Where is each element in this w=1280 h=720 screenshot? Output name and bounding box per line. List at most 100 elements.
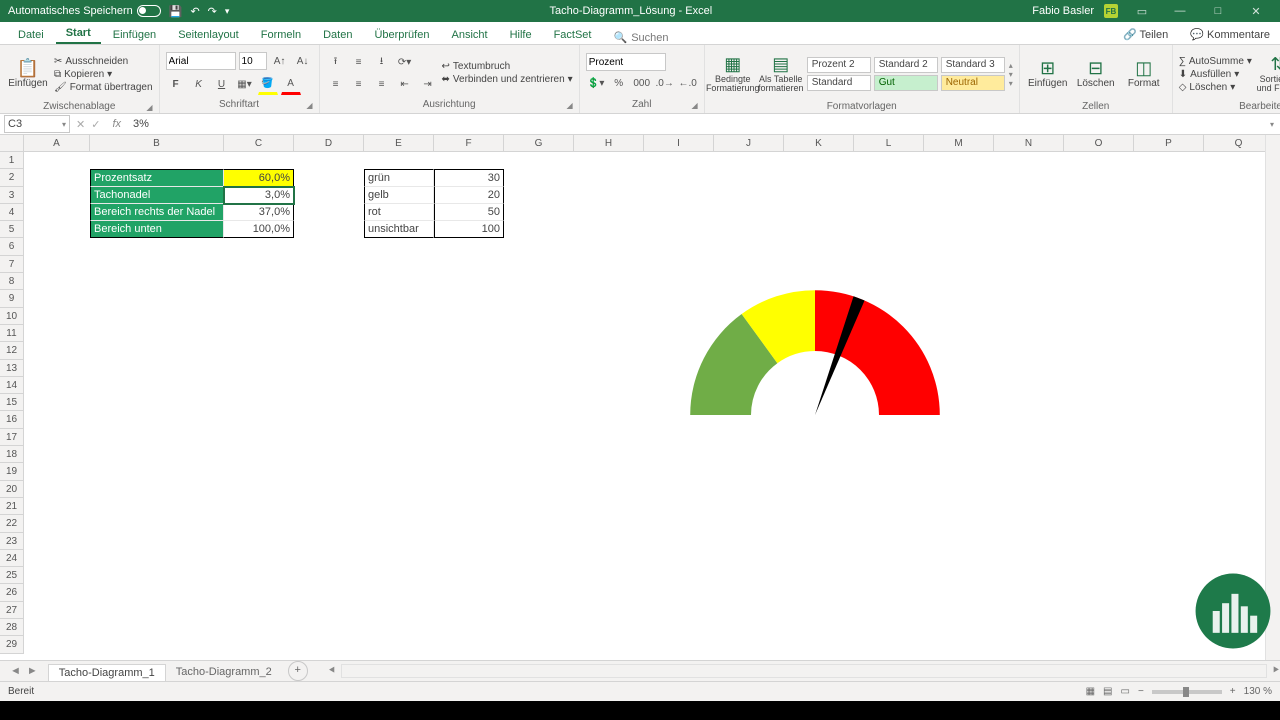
cell-e5[interactable]: unsichtbar (364, 221, 434, 238)
expand-formula-icon[interactable]: ▾ (1264, 120, 1280, 129)
align-center-icon[interactable]: ≡ (349, 74, 369, 94)
sheet-nav-next-icon[interactable]: ► (27, 665, 38, 677)
enter-formula-icon[interactable]: ✓ (91, 118, 100, 131)
cell-b2[interactable]: Prozentsatz (90, 169, 224, 186)
user-avatar[interactable]: FB (1104, 4, 1118, 18)
row-header-25[interactable]: 25 (0, 567, 24, 584)
fill-button[interactable]: ⬇ Ausfüllen ▾ (1179, 69, 1252, 80)
cancel-formula-icon[interactable]: ✕ (76, 118, 85, 131)
indent-increase-icon[interactable]: ⇥ (418, 74, 438, 94)
underline-button[interactable]: U (212, 74, 232, 94)
row-header-12[interactable]: 12 (0, 342, 24, 359)
cell-f2[interactable]: 30 (434, 169, 504, 186)
gauge-chart[interactable] (655, 255, 975, 575)
cell-b4[interactable]: Bereich rechts der Nadel (90, 204, 224, 221)
sort-filter-button[interactable]: ⇅Sortieren und Filtern (1256, 47, 1280, 101)
wrap-text-button[interactable]: ↩ Textumbruch (442, 61, 573, 72)
style-prozent2[interactable]: Prozent 2 (807, 57, 871, 73)
horizontal-scrollbar[interactable] (341, 664, 1268, 678)
cell-f4[interactable]: 50 (434, 204, 504, 221)
cell-c2[interactable]: 60,0% (224, 169, 294, 186)
font-color-button[interactable]: A (281, 73, 301, 95)
row-header-15[interactable]: 15 (0, 394, 24, 411)
col-header-C[interactable]: C (224, 135, 294, 152)
row-header-3[interactable]: 3 (0, 187, 24, 204)
tab-start[interactable]: Start (56, 24, 101, 44)
sheet-tab-2[interactable]: Tacho-Diagramm_2 (166, 664, 282, 680)
tab-factset[interactable]: FactSet (544, 26, 602, 44)
row-header-6[interactable]: 6 (0, 238, 24, 255)
style-standard3[interactable]: Standard 3 (941, 57, 1005, 73)
user-name[interactable]: Fabio Basler (1032, 5, 1094, 17)
row-header-4[interactable]: 4 (0, 204, 24, 221)
col-header-Q[interactable]: Q (1204, 135, 1274, 152)
col-header-A[interactable]: A (24, 135, 90, 152)
col-header-M[interactable]: M (924, 135, 994, 152)
col-header-F[interactable]: F (434, 135, 504, 152)
row-header-5[interactable]: 5 (0, 221, 24, 238)
cut-button[interactable]: ✂ Ausschneiden (54, 56, 153, 67)
comments-button[interactable]: 💬 Kommentare (1180, 25, 1280, 44)
tab-ansicht[interactable]: Ansicht (441, 26, 497, 44)
zoom-in-icon[interactable]: + (1230, 686, 1236, 697)
worksheet-grid[interactable]: ABCDEFGHIJKLMNOPQ 1234567891011121314151… (0, 135, 1280, 660)
cell-e2[interactable]: grün (364, 169, 434, 186)
merge-center-button[interactable]: ⬌ Verbinden und zentrieren ▾ (442, 74, 573, 85)
insert-cells-button[interactable]: ⊞Einfügen (1026, 47, 1070, 101)
style-standard2[interactable]: Standard 2 (874, 57, 938, 73)
maximize-icon[interactable]: □ (1204, 5, 1232, 17)
cell-c4[interactable]: 37,0% (224, 204, 294, 221)
autosum-button[interactable]: ∑ AutoSumme ▾ (1179, 56, 1252, 67)
font-name-select[interactable] (166, 52, 236, 70)
cell-e3[interactable]: gelb (364, 187, 434, 204)
paste-button[interactable]: 📋Einfügen (6, 47, 50, 101)
copy-button[interactable]: ⧉ Kopieren ▾ (54, 69, 153, 80)
col-header-G[interactable]: G (504, 135, 574, 152)
tab-seitenlayout[interactable]: Seitenlayout (168, 26, 249, 44)
view-normal-icon[interactable]: ▦ (1086, 686, 1095, 697)
style-gut[interactable]: Gut (874, 75, 938, 91)
fill-color-button[interactable]: 🪣 (258, 73, 278, 95)
col-header-B[interactable]: B (90, 135, 224, 152)
sheet-nav-prev-icon[interactable]: ◄ (10, 665, 21, 677)
tell-me-search[interactable]: 🔍Suchen (603, 31, 678, 44)
row-header-23[interactable]: 23 (0, 533, 24, 550)
row-header-22[interactable]: 22 (0, 515, 24, 532)
comma-icon[interactable]: 000 (632, 73, 652, 93)
percent-icon[interactable]: % (609, 73, 629, 93)
tab-hilfe[interactable]: Hilfe (500, 26, 542, 44)
row-header-11[interactable]: 11 (0, 325, 24, 342)
cell-f3[interactable]: 20 (434, 187, 504, 204)
view-pagebreak-icon[interactable]: ▭ (1121, 686, 1130, 697)
col-header-K[interactable]: K (784, 135, 854, 152)
align-middle-icon[interactable]: ≡ (349, 52, 369, 72)
col-header-L[interactable]: L (854, 135, 924, 152)
sheet-tab-1[interactable]: Tacho-Diagramm_1 (48, 664, 166, 681)
col-header-N[interactable]: N (994, 135, 1064, 152)
row-header-29[interactable]: 29 (0, 636, 24, 653)
row-header-28[interactable]: 28 (0, 619, 24, 636)
cell-c3[interactable]: 3,0% (224, 187, 294, 204)
clear-button[interactable]: ◇ Löschen ▾ (1179, 82, 1252, 93)
fx-icon[interactable]: fx (104, 118, 129, 130)
col-header-P[interactable]: P (1134, 135, 1204, 152)
row-header-14[interactable]: 14 (0, 377, 24, 394)
format-cells-button[interactable]: ◫Format (1122, 47, 1166, 101)
minimize-icon[interactable]: — (1166, 5, 1194, 17)
style-neutral[interactable]: Neutral (941, 75, 1005, 91)
zoom-out-icon[interactable]: − (1138, 686, 1144, 697)
cell-e4[interactable]: rot (364, 204, 434, 221)
font-size-select[interactable] (239, 52, 267, 70)
select-all-corner[interactable] (0, 135, 24, 152)
row-header-16[interactable]: 16 (0, 411, 24, 428)
row-header-27[interactable]: 27 (0, 602, 24, 619)
format-painter-button[interactable]: 🖌 Format übertragen (54, 82, 153, 93)
new-sheet-button[interactable]: + (288, 661, 308, 681)
row-header-8[interactable]: 8 (0, 273, 24, 290)
undo-icon[interactable]: ↶ (190, 5, 199, 18)
decrease-font-icon[interactable]: A↓ (293, 51, 313, 71)
bold-button[interactable]: F (166, 74, 186, 94)
name-box[interactable]: C3▾ (4, 115, 70, 133)
borders-button[interactable]: ▦▾ (235, 74, 255, 94)
cell-c5[interactable]: 100,0% (224, 221, 294, 238)
